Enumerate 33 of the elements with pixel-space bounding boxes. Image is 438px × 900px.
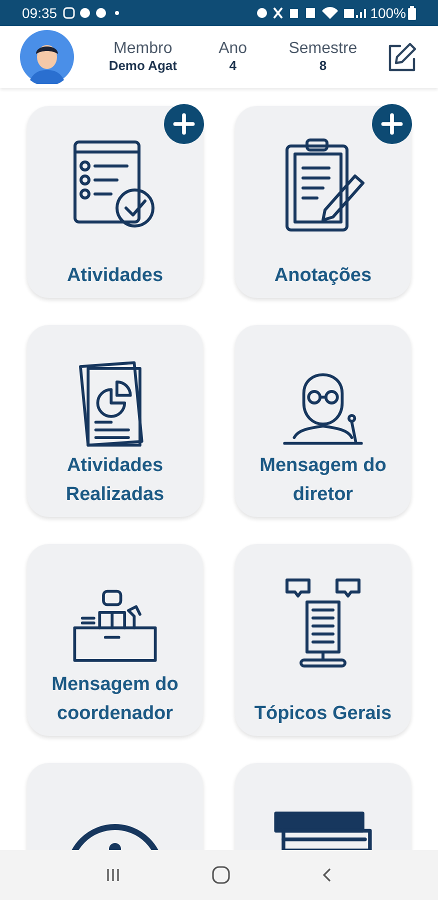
battery-level: 100%	[370, 4, 406, 22]
dot-icon	[115, 11, 120, 15]
camera-app-icon	[63, 7, 76, 19]
header-label: Membro	[114, 40, 172, 57]
card-label: Tópicos Gerais	[253, 702, 393, 726]
edit-icon[interactable]	[386, 41, 418, 73]
add-button[interactable]	[164, 104, 204, 144]
card-label: Mensagem do diretor	[258, 454, 388, 507]
status-time: 09:35	[22, 4, 58, 22]
menu-card[interactable]: Mensagem do diretor	[235, 325, 411, 517]
plus-icon	[381, 113, 403, 135]
back-icon[interactable]	[320, 867, 333, 883]
card-label: Atividades	[66, 264, 164, 288]
header-value: Demo Agat	[108, 57, 177, 74]
card-label: Anotações	[273, 264, 373, 288]
card-label: Atividades Realizadas	[64, 454, 166, 507]
battery-icon	[408, 6, 416, 20]
menu-card[interactable]: Tópicos Gerais	[235, 544, 411, 736]
menu-card[interactable]: Anotações	[235, 106, 411, 298]
menu-card[interactable]: Atividades	[27, 106, 203, 298]
menu-card[interactable]: Atividades Realizadas	[27, 325, 203, 517]
header-value: 4	[229, 57, 236, 74]
header-label: Semestre	[288, 40, 358, 57]
menu-card[interactable]: Mensagem do coordenador	[27, 544, 203, 736]
avatar[interactable]	[20, 30, 74, 84]
recent-apps-icon[interactable]	[105, 867, 122, 883]
card-label: Mensagem do coordenador	[50, 673, 180, 726]
plus-icon	[173, 113, 195, 135]
books-icon	[273, 811, 373, 850]
home-icon[interactable]	[212, 866, 230, 884]
header-label: Ano	[218, 40, 248, 57]
add-button[interactable]	[372, 104, 412, 144]
header-value: 8	[319, 57, 327, 74]
